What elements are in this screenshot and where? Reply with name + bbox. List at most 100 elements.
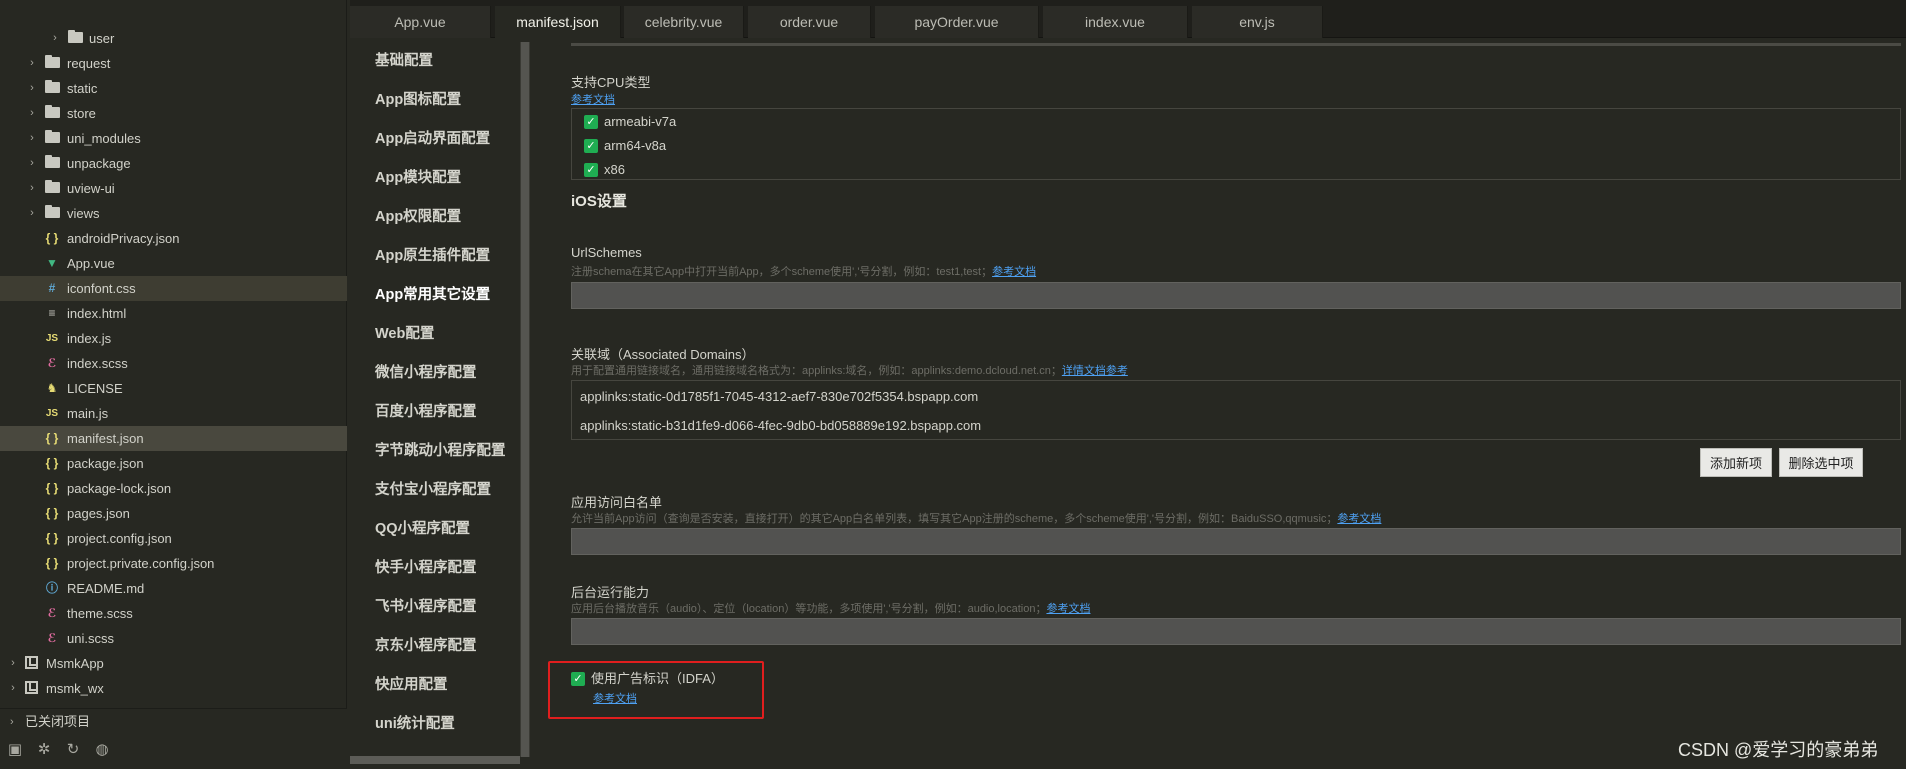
tree-file-item[interactable]: ♞ LICENSE (0, 376, 347, 401)
checkbox-checked-icon[interactable]: ✓ (584, 139, 598, 153)
tree-footer: › 已关闭项目 ▣ ✲ ↻ ◍ (0, 708, 347, 769)
editor-tab[interactable]: App.vue (350, 6, 491, 38)
chevron-right-icon[interactable]: › (7, 676, 19, 701)
editor-tab[interactable]: order.vue (748, 6, 871, 38)
nav-item[interactable]: 字节跳动小程序配置 (375, 439, 506, 463)
tree-item-label: store (67, 106, 96, 121)
chevron-right-icon[interactable]: › (26, 201, 38, 226)
editor-tab[interactable]: payOrder.vue (875, 6, 1039, 38)
tree-item-label: index.html (67, 306, 127, 321)
app-whitelist-input[interactable] (571, 528, 1901, 555)
tree-file-item[interactable]: { } project.private.config.json (0, 551, 347, 576)
folder-icon (43, 176, 61, 201)
nav-item[interactable]: Web配置 (375, 322, 434, 346)
nav-item[interactable]: 微信小程序配置 (375, 361, 477, 385)
chevron-right-icon[interactable]: › (26, 51, 38, 76)
nav-scroll-thumb[interactable] (521, 42, 529, 757)
tree-project-item[interactable]: › msmk_wx (0, 676, 347, 701)
tree-folder-item[interactable]: › user (0, 26, 347, 51)
tree-folder-item[interactable]: › unpackage (0, 151, 347, 176)
nav-horizontal-scrollbar[interactable] (350, 756, 520, 764)
url-schemes-input[interactable] (571, 282, 1901, 309)
tree-file-item[interactable]: ℰtheme.scss (0, 601, 347, 626)
nav-item[interactable]: 飞书小程序配置 (375, 595, 477, 619)
checkbox-checked-icon[interactable]: ✓ (584, 115, 598, 129)
nav-item[interactable]: App常用其它设置 (375, 283, 490, 307)
delete-selected-button[interactable]: 删除选中项 (1779, 448, 1863, 477)
chevron-right-icon[interactable]: › (49, 26, 61, 51)
tree-folder-item[interactable]: › request (0, 51, 347, 76)
editor-tab[interactable]: manifest.json (495, 6, 621, 38)
tree-folder-item[interactable]: › uview-ui (0, 176, 347, 201)
checkbox-checked-icon[interactable]: ✓ (571, 672, 585, 686)
closed-projects-row[interactable]: › 已关闭项目 (0, 709, 347, 735)
tree-file-item[interactable]: ⓘ README.md (0, 576, 347, 601)
chevron-right-icon[interactable]: › (26, 151, 38, 176)
tree-folder-item[interactable]: › uni_modules (0, 126, 347, 151)
tree-item-label: iconfont.css (67, 281, 136, 296)
tree-file-item[interactable]: JS index.js (0, 326, 347, 351)
editor-tab[interactable]: celebrity.vue (624, 6, 744, 38)
file-icon[interactable]: ▣ (4, 739, 26, 761)
bug-icon[interactable]: ✲ (33, 739, 55, 761)
tree-file-item[interactable]: { } manifest.json (0, 426, 347, 451)
idfa-doc-link[interactable]: 参考文档 (593, 690, 637, 706)
nav-item[interactable]: App模块配置 (375, 166, 461, 190)
chevron-right-icon[interactable]: › (7, 651, 19, 676)
nav-vertical-scrollbar[interactable] (520, 42, 530, 757)
editor-tab[interactable]: index.vue (1043, 6, 1188, 38)
tree-file-item[interactable]: { } package.json (0, 451, 347, 476)
tree-item-label: uni_modules (67, 131, 141, 146)
nav-item[interactable]: App权限配置 (375, 205, 461, 229)
background-modes-label: 后台运行能力 (571, 585, 650, 600)
tree-file-item[interactable]: # iconfont.css (0, 276, 347, 301)
tree-item-label: App.vue (67, 256, 115, 271)
tree-file-item[interactable]: ℰindex.scss (0, 351, 347, 376)
domain-list-item[interactable]: applinks:static-b31d1fe9-d066-4fec-9db0-… (580, 416, 981, 436)
editor-tab[interactable]: env.js (1192, 6, 1323, 38)
sync-icon[interactable]: ↻ (62, 739, 84, 761)
nav-item[interactable]: 快应用配置 (375, 673, 448, 697)
nav-item[interactable]: 京东小程序配置 (375, 634, 477, 658)
tree-file-item[interactable]: { } androidPrivacy.json (0, 226, 347, 251)
chevron-right-icon[interactable]: › (26, 176, 38, 201)
domain-list-item[interactable]: applinks:static-0d1785f1-7045-4312-aef7-… (580, 387, 978, 407)
nav-item[interactable]: 快手小程序配置 (375, 556, 477, 580)
cpu-doc-link[interactable]: 参考文档 (571, 91, 615, 107)
checkbox-checked-icon[interactable]: ✓ (584, 163, 598, 177)
tree-file-item[interactable]: ▼ App.vue (0, 251, 347, 276)
add-item-button[interactable]: 添加新项 (1700, 448, 1772, 477)
nav-item[interactable]: App启动界面配置 (375, 127, 490, 151)
tree-file-item[interactable]: { } package-lock.json (0, 476, 347, 501)
background-modes-input[interactable] (571, 618, 1901, 645)
tree-folder-item[interactable]: › store (0, 101, 347, 126)
chevron-right-icon[interactable]: › (26, 101, 38, 126)
app-whitelist-doc-link[interactable]: 参考文档 (1337, 513, 1381, 525)
tree-file-item[interactable]: ℰuni.scss (0, 626, 347, 651)
nav-item[interactable]: 百度小程序配置 (375, 400, 477, 424)
nav-item[interactable]: 基础配置 (375, 49, 433, 73)
nav-item[interactable]: App图标配置 (375, 88, 461, 112)
url-schemes-doc-link[interactable]: 参考文档 (992, 266, 1036, 278)
chevron-right-icon[interactable]: › (26, 76, 38, 101)
globe-icon[interactable]: ◍ (91, 739, 113, 761)
folder-icon (43, 126, 61, 151)
tree-folder-item[interactable]: › views (0, 201, 347, 226)
tree-file-item[interactable]: JS main.js (0, 401, 347, 426)
tree-file-item[interactable]: { } pages.json (0, 501, 347, 526)
vue-file-icon: ▼ (46, 256, 58, 270)
nav-item[interactable]: uni统计配置 (375, 712, 455, 736)
associated-domains-doc-link[interactable]: 详情文档参考 (1062, 365, 1128, 377)
chevron-right-icon[interactable]: › (26, 126, 38, 151)
nav-item[interactable]: 支付宝小程序配置 (375, 478, 491, 502)
background-modes-doc-link[interactable]: 参考文档 (1046, 603, 1090, 615)
tree-file-item[interactable]: ≡ index.html (0, 301, 347, 326)
chevron-right-icon: › (10, 716, 14, 728)
scss-file-icon: ℰ (47, 631, 57, 645)
tree-file-item[interactable]: { } project.config.json (0, 526, 347, 551)
tree-project-item[interactable]: › MsmkApp (0, 651, 347, 676)
tree-item-label: static (67, 81, 98, 96)
nav-item[interactable]: QQ小程序配置 (375, 517, 470, 541)
nav-item[interactable]: App原生插件配置 (375, 244, 490, 268)
tree-folder-item[interactable]: › static (0, 76, 347, 101)
